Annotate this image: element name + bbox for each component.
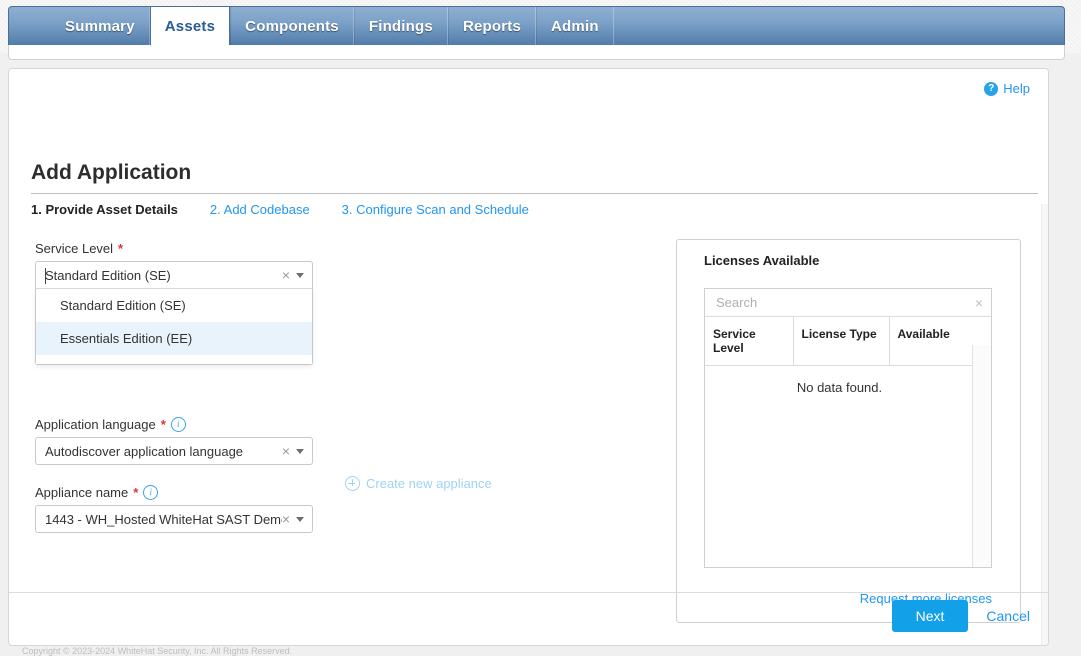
appliance-name-controls: × [282,512,312,526]
service-level-required-marker: * [118,241,124,256]
service-level-value: Standard Edition (SE) [45,267,171,283]
column-header-available[interactable]: Available [889,317,974,366]
application-language-required-marker: * [160,417,166,432]
appliance-name-required-marker: * [133,485,139,500]
help-label: Help [1003,81,1030,96]
appliance-name-value: 1443 - WH_Hosted WhiteHat SAST Demo [45,511,282,527]
licenses-table: Service Level License Type Available No … [705,317,974,395]
tab-findings[interactable]: Findings [353,7,448,46]
tab-reports-label: Reports [462,18,522,35]
create-new-appliance-link[interactable]: Create new appliance [345,476,492,491]
page-title: Add Application [31,161,192,184]
licenses-search-input[interactable] [714,294,975,311]
service-level-dropdown: Standard Edition (SE) Essentials Edition… [35,289,313,365]
service-level-select[interactable]: Standard Edition (SE) × [35,261,313,289]
text-caret [45,268,46,284]
appliance-name-label: Appliance name [35,485,129,500]
tab-admin-label: Admin [551,18,599,35]
next-button[interactable]: Next [891,600,969,632]
tab-components-label: Components [245,18,339,35]
field-gap [35,465,335,485]
step-provide-asset-details[interactable]: 1. Provide Asset Details [31,202,178,217]
licenses-search-row: × [705,289,991,317]
clear-icon[interactable]: × [282,512,290,526]
wizard-steps: 1. Provide Asset Details 2. Add Codebase… [31,202,561,217]
tab-findings-label: Findings [368,18,433,35]
licenses-table-scroll: Service Level License Type Available No … [705,317,991,567]
licenses-table-header-row: Service Level License Type Available [705,317,974,366]
application-language-value: Autodiscover application language [45,443,244,459]
step-configure-scan-and-schedule[interactable]: 3. Configure Scan and Schedule [342,202,529,217]
tab-summary[interactable]: Summary [51,7,150,46]
licenses-table-container: × Service Level License Type Available N… [704,288,992,568]
licenses-empty-message: No data found. [796,380,883,395]
application-language-label: Application language [35,417,156,432]
tab-reports[interactable]: Reports [447,7,537,46]
column-header-service-level[interactable]: Service Level [705,317,794,366]
licenses-panel-title: Licenses Available [704,253,820,268]
tab-strip: Summary Assets Components Findings Repor… [8,6,1065,46]
field-appliance-name: Appliance name * i 1443 - WH_Hosted White… [35,485,335,533]
tab-summary-label: Summary [65,18,135,35]
question-circle-icon: ? [984,81,999,96]
service-level-controls: × [282,268,312,282]
page-scrollbar[interactable] [1041,204,1048,645]
tab-components[interactable]: Components [230,7,354,46]
column-header-license-type[interactable]: License Type [793,317,890,366]
service-level-label-row: Service Level * [35,241,335,256]
clear-icon[interactable]: × [282,268,290,282]
field-service-level: Service Level * Standard Edition (SE) × S… [35,241,335,417]
service-level-label: Service Level [35,241,114,256]
help-link[interactable]: ? Help [984,81,1030,96]
cancel-button[interactable]: Cancel [986,608,1030,624]
clear-icon[interactable]: × [975,295,983,311]
dropdown-tail [36,355,312,364]
field-application-language: Application language * i Autodiscover app… [35,417,335,465]
nav-content-divider [8,45,1065,60]
tab-assets[interactable]: Assets [149,7,231,46]
chevron-down-icon[interactable] [296,516,304,522]
copyright-text: Copyright © 2023-2024 WhiteHat Security,… [22,646,293,656]
info-icon[interactable]: i [143,485,159,500]
application-language-controls: × [282,444,312,458]
info-icon[interactable]: i [170,417,186,432]
chevron-down-icon[interactable] [296,448,304,454]
application-language-select[interactable]: Autodiscover application language × [35,437,313,465]
footer-divider [9,592,1048,593]
application-language-label-row: Application language * i [35,417,335,432]
tab-admin[interactable]: Admin [536,7,614,46]
tab-strip-filler [614,7,1064,46]
appliance-name-label-row: Appliance name * i [35,485,335,500]
dropdown-option-standard-edition[interactable]: Standard Edition (SE) [36,289,312,322]
tab-assets-label: Assets [164,18,216,35]
licenses-table-scrollbar[interactable] [972,345,991,567]
appliance-name-select[interactable]: 1443 - WH_Hosted WhiteHat SAST Demo × [35,505,313,533]
create-new-appliance-label: Create new appliance [366,476,492,491]
chevron-down-icon[interactable] [296,272,304,278]
plus-circle-icon [345,476,360,491]
step-add-codebase[interactable]: 2. Add Codebase [210,202,310,217]
footer-actions: Next Cancel [891,600,1030,632]
title-divider [31,193,1038,194]
asset-details-form: Service Level * Standard Edition (SE) × S… [35,241,335,533]
add-application-card: ? Help Add Application 1. Provide Asset … [8,68,1049,646]
clear-icon[interactable]: × [282,444,290,458]
licenses-available-panel: Licenses Available × Service Level Licen… [676,239,1021,623]
licenses-empty-row: No data found. [705,366,974,395]
dropdown-option-essentials-edition[interactable]: Essentials Edition (EE) [36,322,312,355]
